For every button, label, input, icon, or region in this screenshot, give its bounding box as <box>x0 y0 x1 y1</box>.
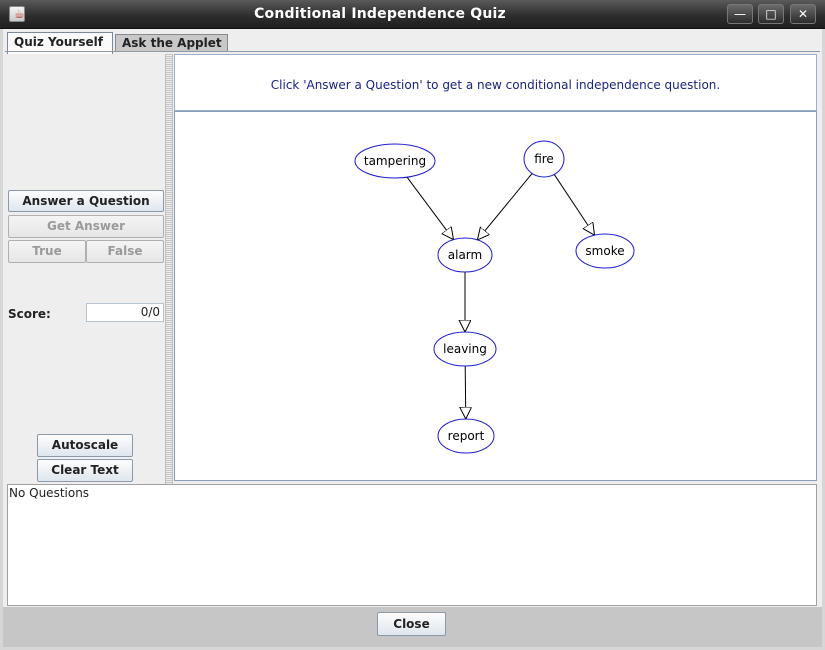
edge-leaving-to-report <box>465 365 466 419</box>
node-label: leaving <box>443 342 487 356</box>
node-alarm[interactable]: alarm <box>437 237 493 273</box>
message-panel: Click 'Answer a Question' to get a new c… <box>174 54 817 111</box>
belief-network-canvas[interactable]: tampering fire alarm smoke leaving report <box>174 111 817 481</box>
node-tampering[interactable]: tampering <box>354 143 436 179</box>
answer-question-button[interactable]: Answer a Question <box>8 190 164 212</box>
edge-fire-to-smoke <box>553 174 594 235</box>
node-label: report <box>448 429 485 443</box>
window-client: Ask the Applet Quiz Yourself Answer a Qu… <box>3 29 822 647</box>
node-fire[interactable]: fire <box>523 140 565 178</box>
true-button[interactable]: True <box>8 240 86 263</box>
window-titlebar: ☕ Conditional Independence Quiz — □ ✕ <box>0 0 825 29</box>
node-leaving[interactable]: leaving <box>433 331 497 367</box>
tab-divider <box>5 51 820 52</box>
node-label: alarm <box>448 248 482 262</box>
close-window-button[interactable]: ✕ <box>790 4 816 24</box>
instruction-message: Click 'Answer a Question' to get a new c… <box>270 78 721 92</box>
node-label: tampering <box>364 154 426 168</box>
control-panel: Answer a Question Get Answer True False … <box>7 54 165 484</box>
maximize-button[interactable]: □ <box>758 4 784 24</box>
close-button[interactable]: Close <box>377 612 446 636</box>
split-pane-divider[interactable] <box>165 54 173 484</box>
edge-tampering-to-alarm <box>406 176 453 239</box>
belief-network-graph: tampering fire alarm smoke leaving report <box>354 140 635 454</box>
score-label: Score: <box>8 307 51 321</box>
window-title: Conditional Independence Quiz <box>254 6 506 22</box>
node-label: smoke <box>585 244 624 258</box>
score-field: 0/0 <box>86 303 164 322</box>
minimize-button[interactable]: — <box>727 4 753 24</box>
edge-fire-to-alarm <box>477 173 533 239</box>
node-smoke[interactable]: smoke <box>575 233 635 269</box>
false-button[interactable]: False <box>86 240 164 263</box>
output-text-area[interactable]: No Questions <box>7 484 817 606</box>
node-label: fire <box>534 152 554 166</box>
clear-text-button[interactable]: Clear Text <box>37 459 133 482</box>
tab-ask-the-applet[interactable]: Ask the Applet <box>115 34 228 52</box>
node-report[interactable]: report <box>437 418 495 454</box>
autoscale-button[interactable]: Autoscale <box>37 434 133 457</box>
get-answer-button[interactable]: Get Answer <box>8 215 164 238</box>
dialog-footer: Close <box>3 607 822 647</box>
